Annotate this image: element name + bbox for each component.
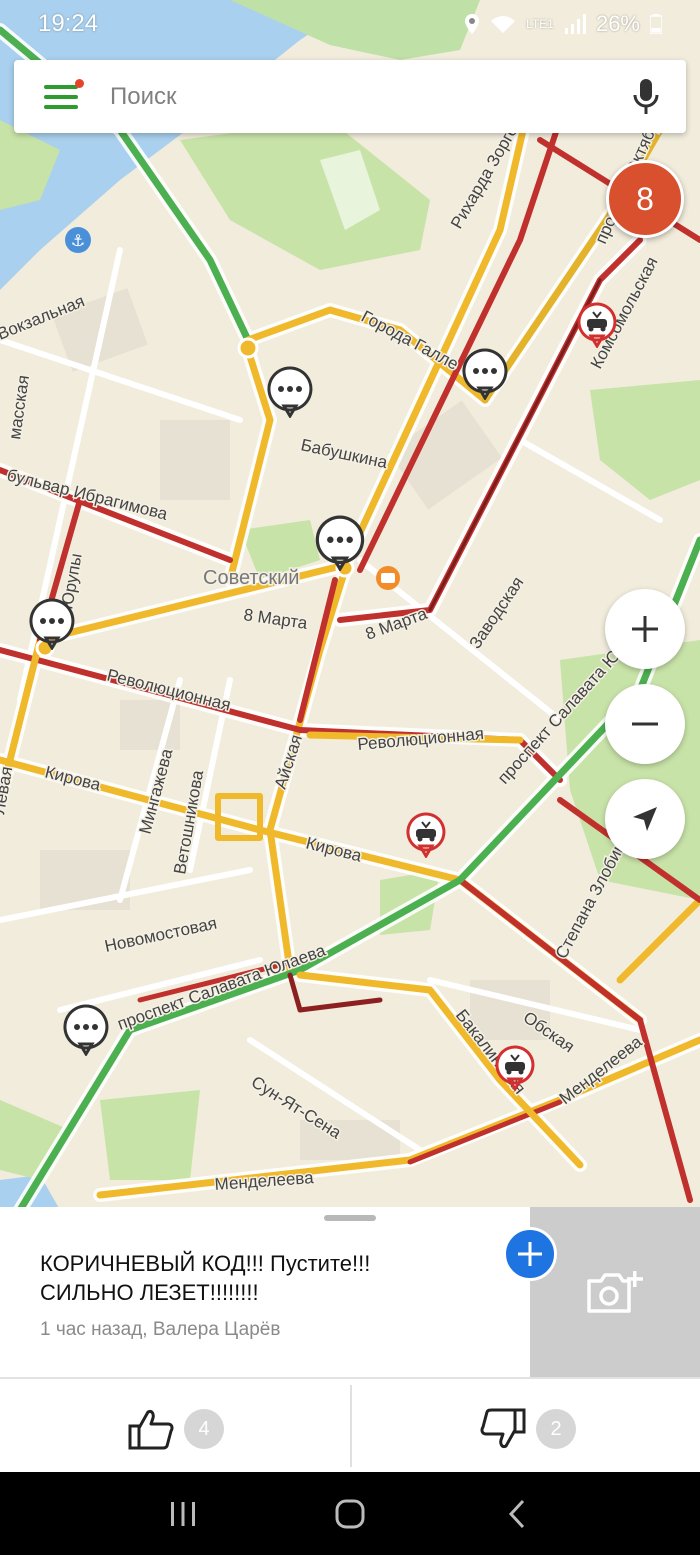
map-view[interactable]: ⚓ Вокзальная масская бульвар Ибрагимова … — [0, 0, 700, 1210]
chat-pin-icon[interactable] — [62, 1004, 110, 1056]
recent-apps-button[interactable] — [153, 1489, 213, 1539]
accident-pin-icon[interactable] — [576, 302, 618, 348]
notification-dot — [75, 78, 84, 88]
like-button[interactable]: 4 — [128, 1385, 224, 1473]
camera-plus-icon — [587, 1271, 643, 1313]
zoom-out-button[interactable] — [605, 684, 685, 764]
system-nav-bar — [0, 1472, 700, 1555]
accident-pin-icon[interactable] — [494, 1045, 536, 1091]
add-photo-button[interactable] — [530, 1207, 700, 1377]
divider — [350, 1385, 352, 1467]
chat-pin-icon[interactable] — [28, 598, 76, 650]
status-bar: 19:24 LTE1 26% — [0, 0, 700, 48]
minus-icon — [632, 722, 658, 726]
menu-icon[interactable] — [44, 78, 84, 109]
navigation-arrow-icon — [633, 807, 657, 831]
thumbs-down-icon — [480, 1408, 526, 1448]
recent-apps-icon — [171, 1501, 196, 1526]
plus-icon — [518, 1242, 542, 1266]
location-icon — [465, 14, 480, 34]
wifi-icon — [491, 16, 516, 33]
thumbs-up-icon — [128, 1410, 174, 1450]
plus-icon — [632, 616, 658, 642]
network-type: LTE1 — [526, 17, 554, 31]
dislike-count: 2 — [536, 1409, 576, 1449]
chat-pin-icon[interactable] — [314, 515, 366, 571]
svg-text:⚓: ⚓ — [71, 231, 85, 250]
battery-level: 26% — [595, 11, 640, 36]
signal-icon — [564, 14, 586, 34]
divider — [0, 1377, 700, 1379]
dislike-button[interactable]: 2 — [480, 1385, 576, 1473]
app-screen: ⚓ Вокзальная масская бульвар Ибрагимова … — [0, 0, 700, 1555]
back-button[interactable] — [487, 1489, 547, 1539]
search-input[interactable] — [110, 82, 632, 111]
zoom-in-button[interactable] — [605, 589, 685, 669]
chat-pin-icon[interactable] — [266, 366, 314, 418]
chat-pin-icon[interactable] — [461, 348, 509, 400]
back-icon — [508, 1499, 524, 1528]
like-count: 4 — [184, 1409, 224, 1449]
status-time: 19:24 — [38, 10, 99, 37]
search-bar — [14, 60, 686, 133]
sheet-drag-handle[interactable] — [324, 1215, 376, 1221]
accident-pin-icon[interactable] — [405, 812, 447, 858]
home-button[interactable] — [320, 1489, 380, 1539]
home-icon — [335, 1499, 365, 1528]
event-title: КОРИЧНЕВЫЙ КОД!!! Пустите!!! СИЛЬНО ЛЕЗЕ… — [40, 1251, 371, 1305]
status-icons: LTE1 26% — [464, 11, 662, 37]
microphone-icon[interactable] — [632, 77, 660, 117]
events-count-badge[interactable]: 8 — [606, 160, 684, 238]
battery-icon — [650, 14, 662, 34]
map-label-sovetsky: Советский — [203, 567, 299, 589]
my-location-button[interactable] — [605, 779, 685, 859]
add-comment-button[interactable] — [503, 1227, 557, 1281]
event-bottom-sheet: КОРИЧНЕВЫЙ КОД!!! Пустите!!! СИЛЬНО ЛЕЗЕ… — [0, 1207, 700, 1472]
event-meta: 1 час назад, Валера Царёв — [40, 1319, 281, 1340]
